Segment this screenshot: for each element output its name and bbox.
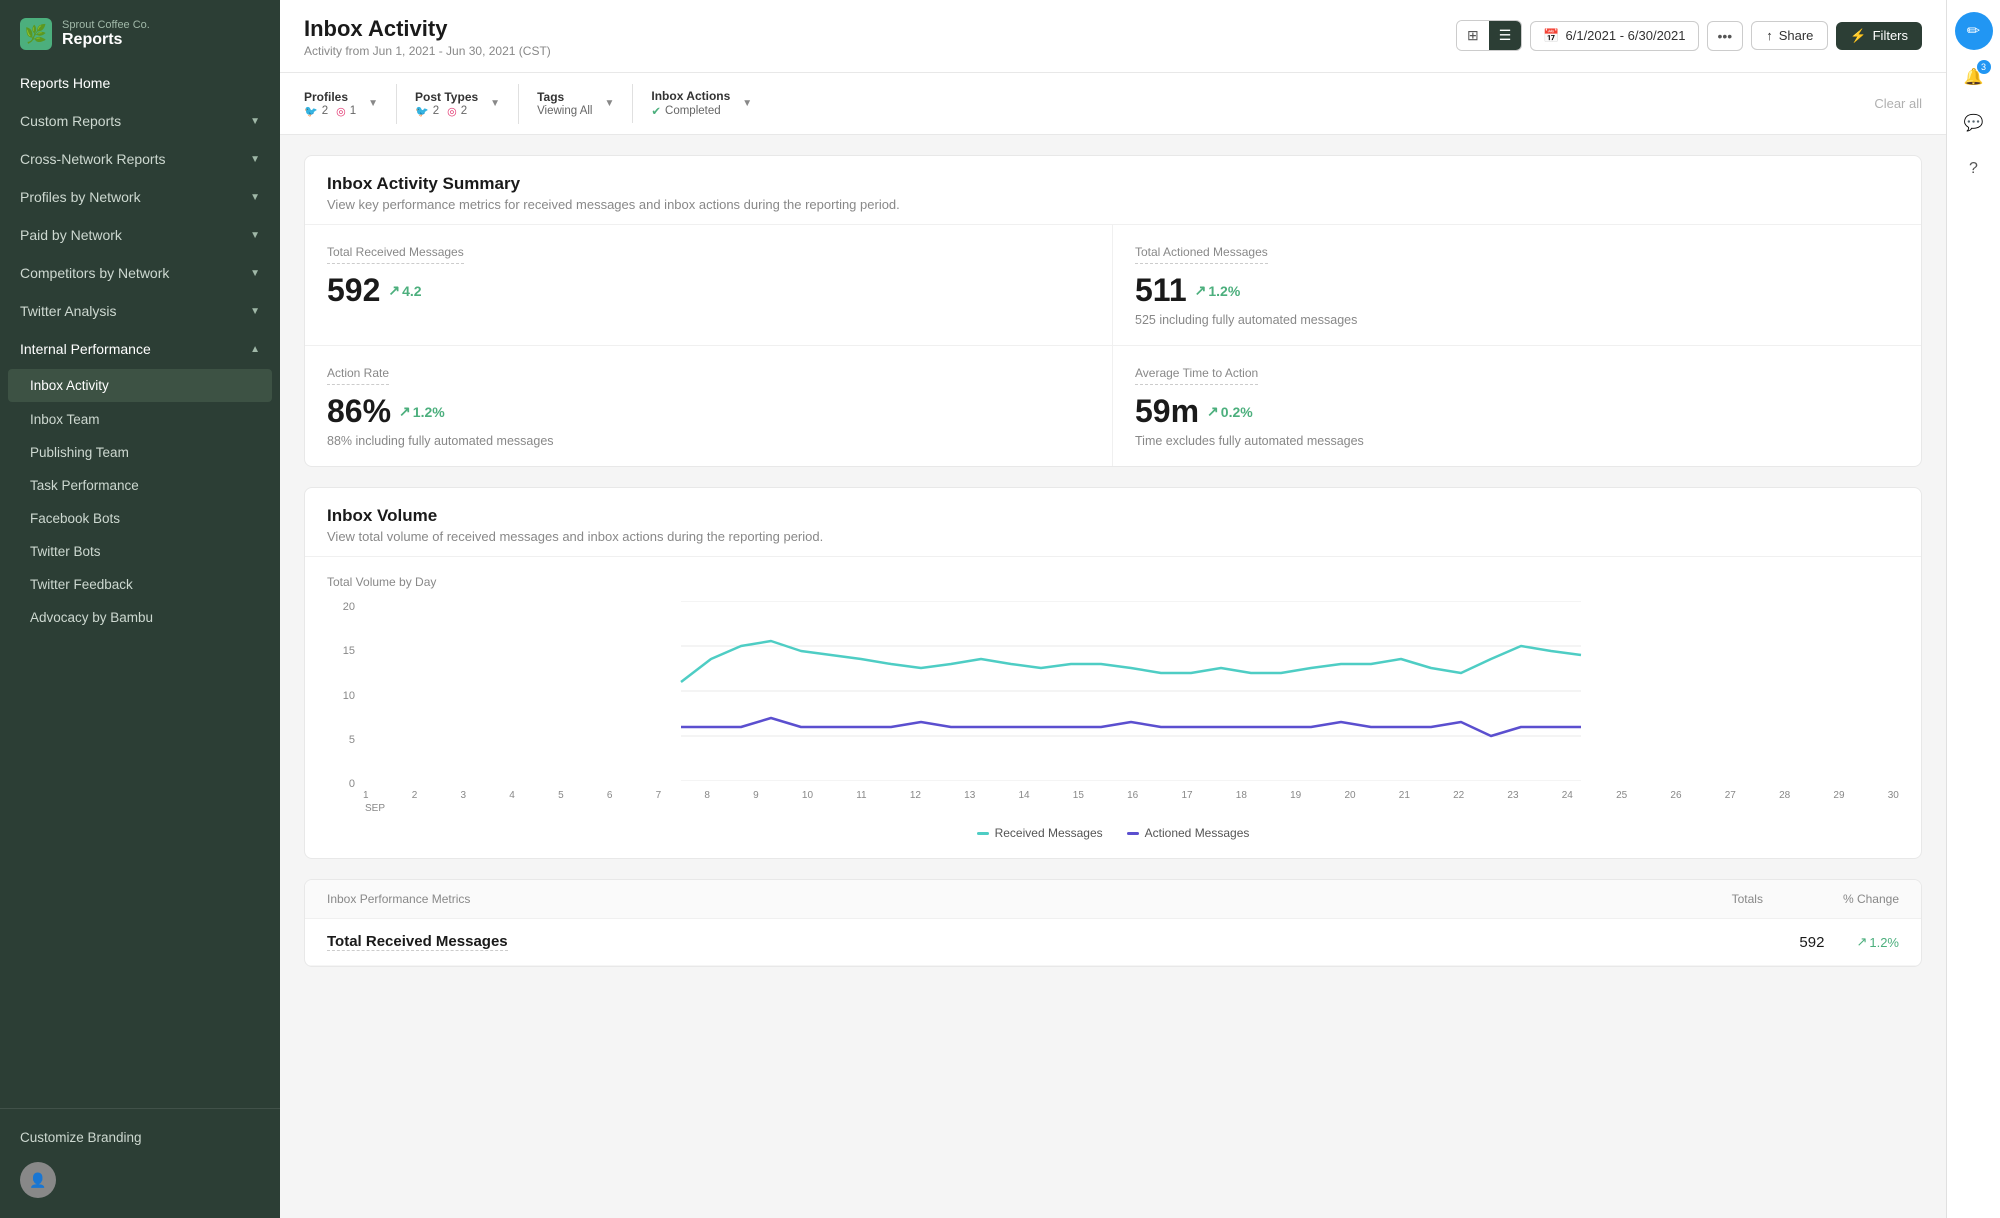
- sidebar-item-paid-by-network[interactable]: Paid by Network ▼: [0, 216, 280, 254]
- brand-header: 🌿 Sprout Coffee Co. Reports: [0, 0, 280, 64]
- metric-avg-time: Average Time to Action 59m ↗ 0.2% Time e…: [1113, 346, 1921, 466]
- chevron-down-icon: ▼: [368, 98, 378, 109]
- arrow-up-icon: ↗: [399, 403, 411, 420]
- sidebar-subitem-task-performance[interactable]: Task Performance: [0, 469, 280, 502]
- notifications-button[interactable]: 🔔 3: [1955, 58, 1993, 96]
- twitter-icon: 🐦: [415, 105, 429, 118]
- summary-card-desc: View key performance metrics for receive…: [327, 197, 1899, 212]
- sidebar-subitem-inbox-activity[interactable]: Inbox Activity: [8, 369, 272, 402]
- check-icon: ✔: [651, 104, 661, 118]
- sidebar-nav: Reports Home Custom Reports ▼ Cross-Netw…: [0, 64, 280, 1108]
- view-toggle: ⊞ ☰: [1456, 20, 1522, 51]
- filter-icon: ⚡: [1850, 28, 1866, 44]
- summary-card: Inbox Activity Summary View key performa…: [304, 155, 1922, 467]
- page-header-left: Inbox Activity Activity from Jun 1, 2021…: [304, 16, 551, 72]
- inbox-actions-filter[interactable]: Inbox Actions ✔ Completed ▼: [651, 83, 770, 124]
- chevron-down-icon: ▼: [604, 98, 614, 109]
- share-icon: ↑: [1766, 28, 1773, 43]
- date-range-button[interactable]: 📅 6/1/2021 - 6/30/2021: [1530, 21, 1698, 51]
- tags-filter[interactable]: Tags Viewing All ▼: [537, 84, 633, 123]
- volume-chart: [363, 601, 1899, 781]
- summary-card-header: Inbox Activity Summary View key performa…: [305, 156, 1921, 225]
- grid-view-button[interactable]: ⊞: [1457, 21, 1489, 50]
- arrow-up-icon: ↗: [1195, 282, 1207, 299]
- twitter-icon: 🐦: [304, 105, 318, 118]
- sidebar-subitem-inbox-team[interactable]: Inbox Team: [0, 403, 280, 436]
- compose-button[interactable]: ✏: [1955, 12, 1993, 50]
- share-button[interactable]: ↑ Share: [1751, 21, 1828, 50]
- metric-total-actioned: Total Actioned Messages 511 ↗ 1.2% 525 i…: [1113, 225, 1921, 346]
- filters-button[interactable]: ⚡ Filters: [1836, 22, 1922, 50]
- instagram-icon: ◎: [447, 105, 457, 118]
- arrow-up-icon: ↗: [388, 282, 400, 299]
- sidebar-item-profiles-by-network[interactable]: Profiles by Network ▼: [0, 178, 280, 216]
- chevron-up-icon: ▲: [250, 344, 260, 355]
- chevron-down-icon: ▼: [490, 98, 500, 109]
- chart-legend: Received Messages Actioned Messages: [327, 826, 1899, 840]
- chevron-down-icon: ▼: [250, 306, 260, 317]
- metric-action-rate: Action Rate 86% ↗ 1.2% 88% including ful…: [305, 346, 1113, 466]
- x-axis-sub-label: SEP: [363, 803, 1899, 814]
- sidebar-item-custom-reports[interactable]: Custom Reports ▼: [0, 102, 280, 140]
- legend-dot-actioned: [1127, 832, 1139, 835]
- brand-title: Reports: [62, 31, 150, 49]
- chart-section: Total Volume by Day 20 15 10 5 0: [305, 557, 1921, 858]
- volume-card-header: Inbox Volume View total volume of receiv…: [305, 488, 1921, 557]
- arrow-up-icon: ↗: [1207, 403, 1219, 420]
- sidebar-subitem-twitter-bots[interactable]: Twitter Bots: [0, 535, 280, 568]
- post-types-filter[interactable]: Post Types 🐦 2 ◎ 2 ▼: [415, 84, 519, 124]
- page-subtitle: Activity from Jun 1, 2021 - Jun 30, 2021…: [304, 44, 551, 72]
- legend-dot-received: [977, 832, 989, 835]
- page-header-right: ⊞ ☰ 📅 6/1/2021 - 6/30/2021 ••• ↑ Share ⚡…: [1456, 16, 1922, 51]
- volume-card: Inbox Volume View total volume of receiv…: [304, 487, 1922, 859]
- more-options-button[interactable]: •••: [1707, 21, 1744, 51]
- sidebar-item-cross-network[interactable]: Cross-Network Reports ▼: [0, 140, 280, 178]
- chevron-down-icon: ▼: [250, 116, 260, 127]
- performance-table-card: Inbox Performance Metrics Totals % Chang…: [304, 879, 1922, 967]
- chevron-down-icon: ▼: [250, 268, 260, 279]
- calendar-icon: 📅: [1543, 28, 1559, 44]
- instagram-icon: ◎: [336, 105, 346, 118]
- sidebar-subitem-advocacy-by-bambu[interactable]: Advocacy by Bambu: [0, 601, 280, 634]
- page-title: Inbox Activity: [304, 16, 551, 42]
- icon-rail: ✏ 🔔 3 💬 ?: [1946, 0, 2000, 1218]
- sidebar-subitem-publishing-team[interactable]: Publishing Team: [0, 436, 280, 469]
- chevron-down-icon: ▼: [250, 154, 260, 165]
- sidebar-item-internal-performance[interactable]: Internal Performance ▲: [0, 330, 280, 368]
- legend-actioned: Actioned Messages: [1127, 826, 1250, 840]
- table-row: Total Received Messages 592 ↗ 1.2%: [305, 919, 1921, 966]
- sidebar-subitem-twitter-feedback[interactable]: Twitter Feedback: [0, 568, 280, 601]
- chevron-down-icon: ▼: [742, 98, 752, 109]
- chevron-down-icon: ▼: [250, 192, 260, 203]
- avatar[interactable]: 👤: [20, 1162, 56, 1198]
- help-button[interactable]: ?: [1955, 150, 1993, 188]
- sidebar-bottom: Customize Branding 👤: [0, 1108, 280, 1218]
- filter-bar: Profiles 🐦 2 ◎ 1 ▼ Post Types 🐦 2 ◎ 2: [280, 73, 1946, 135]
- brand-logo: 🌿: [20, 18, 52, 50]
- chevron-down-icon: ▼: [250, 230, 260, 241]
- customize-branding-button[interactable]: Customize Branding: [20, 1121, 260, 1154]
- sidebar: 🌿 Sprout Coffee Co. Reports Reports Home…: [0, 0, 280, 1218]
- sidebar-item-competitors-by-network[interactable]: Competitors by Network ▼: [0, 254, 280, 292]
- sidebar-item-twitter-analysis[interactable]: Twitter Analysis ▼: [0, 292, 280, 330]
- profiles-filter[interactable]: Profiles 🐦 2 ◎ 1 ▼: [304, 84, 397, 124]
- arrow-up-icon: ↗: [1856, 934, 1867, 950]
- sidebar-subitem-facebook-bots[interactable]: Facebook Bots: [0, 502, 280, 535]
- perf-table-header: Inbox Performance Metrics Totals % Chang…: [305, 880, 1921, 919]
- content-area: Inbox Activity Summary View key performa…: [280, 135, 1946, 1218]
- list-view-button[interactable]: ☰: [1489, 21, 1522, 50]
- tasks-button[interactable]: 💬: [1955, 104, 1993, 142]
- legend-received: Received Messages: [977, 826, 1103, 840]
- sidebar-item-reports-home[interactable]: Reports Home: [0, 64, 280, 102]
- metrics-grid: Total Received Messages 592 ↗ 4.2 Total …: [305, 225, 1921, 466]
- brand-company: Sprout Coffee Co.: [62, 19, 150, 31]
- metric-total-received: Total Received Messages 592 ↗ 4.2: [305, 225, 1113, 346]
- brand-info: Sprout Coffee Co. Reports: [62, 19, 150, 49]
- main-content: Inbox Activity Activity from Jun 1, 2021…: [280, 0, 1946, 1218]
- notification-badge: 3: [1977, 60, 1991, 74]
- summary-card-title: Inbox Activity Summary: [327, 174, 1899, 194]
- clear-all-button[interactable]: Clear all: [1874, 96, 1922, 111]
- page-header: Inbox Activity Activity from Jun 1, 2021…: [280, 0, 1946, 73]
